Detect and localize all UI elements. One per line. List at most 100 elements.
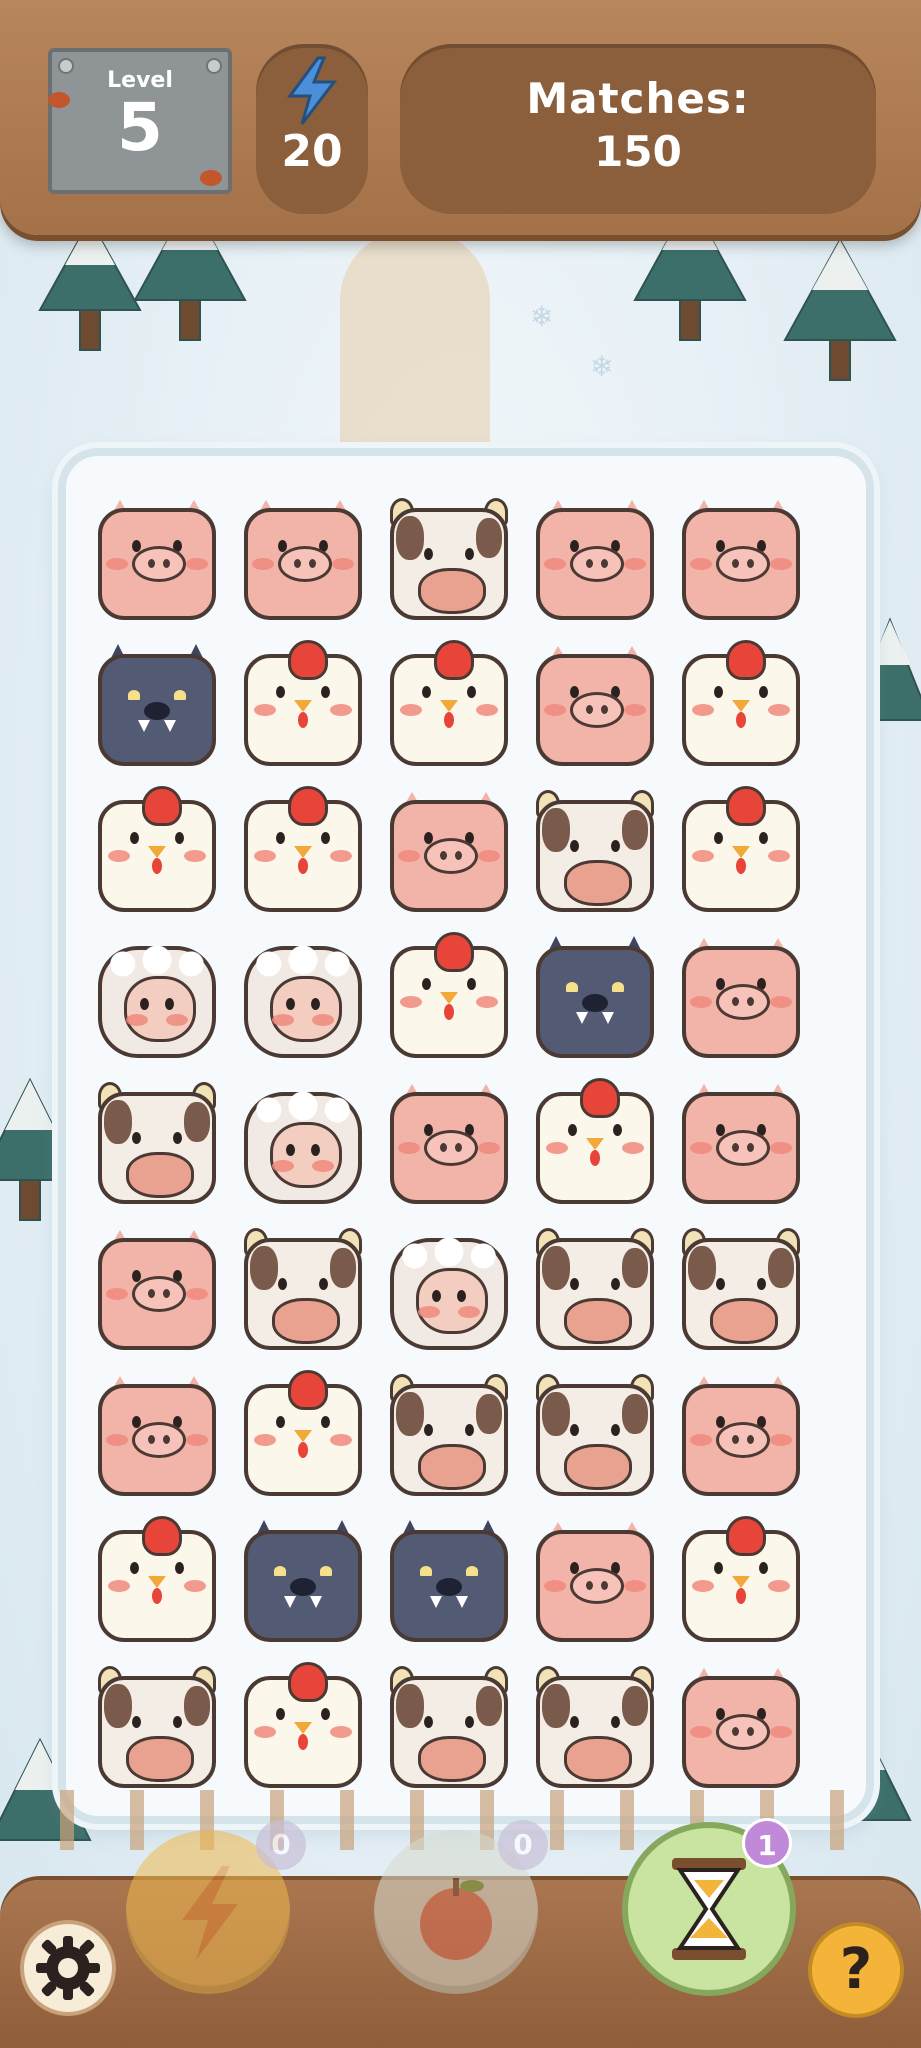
cow-patch xyxy=(424,512,474,546)
chicken-tile[interactable] xyxy=(92,786,222,920)
cheek xyxy=(400,704,422,716)
cow-patch xyxy=(330,1248,356,1288)
cheek xyxy=(476,996,498,1008)
apple-booster-count: 0 xyxy=(498,1820,548,1870)
sheep-tile[interactable] xyxy=(238,1082,368,1212)
chicken-wattle xyxy=(736,858,746,874)
eye xyxy=(132,1716,141,1728)
chicken-tile[interactable] xyxy=(92,1516,222,1650)
pig-tile[interactable] xyxy=(384,1082,514,1212)
cow-tile[interactable] xyxy=(676,1228,806,1358)
cheek xyxy=(272,1160,294,1172)
cheek xyxy=(770,996,792,1008)
chicken-tile[interactable] xyxy=(238,640,368,774)
level-value: 5 xyxy=(117,89,163,166)
pig-tile[interactable] xyxy=(676,1666,806,1796)
eye xyxy=(286,1144,295,1156)
matches-value: 150 xyxy=(594,127,682,176)
chicken-wattle xyxy=(590,1150,600,1166)
eye xyxy=(432,1290,441,1302)
cow-tile[interactable] xyxy=(530,1374,660,1504)
wolf-fang xyxy=(430,1596,442,1608)
chicken-tile[interactable] xyxy=(238,786,368,920)
sheep-tile[interactable] xyxy=(384,1228,514,1358)
cheek xyxy=(624,704,646,716)
settings-button[interactable] xyxy=(20,1920,116,2016)
cow-patch xyxy=(424,1680,474,1714)
cow-tile[interactable] xyxy=(384,498,514,628)
cheek xyxy=(690,1142,712,1154)
eye xyxy=(321,686,330,698)
pig-tile[interactable] xyxy=(530,1520,660,1650)
pig-tile[interactable] xyxy=(530,644,660,774)
sheep-tile[interactable] xyxy=(92,936,222,1066)
cow-tile[interactable] xyxy=(92,1666,222,1796)
chicken-wattle xyxy=(736,1588,746,1604)
cow-tile[interactable] xyxy=(530,790,660,920)
chicken-wattle xyxy=(152,858,162,874)
pig-snout xyxy=(716,984,770,1020)
eye xyxy=(714,1562,723,1574)
cow-muzzle xyxy=(564,1444,632,1490)
cow-patch xyxy=(688,1246,716,1290)
pig-tile[interactable] xyxy=(676,936,806,1066)
pig-tile[interactable] xyxy=(676,1082,806,1212)
cow-tile[interactable] xyxy=(530,1666,660,1796)
cheek xyxy=(624,1580,646,1592)
lightning-icon xyxy=(287,56,338,125)
chicken-tile[interactable] xyxy=(384,640,514,774)
pig-tile[interactable] xyxy=(384,790,514,920)
cheek xyxy=(108,850,130,862)
cow-patch xyxy=(768,1248,794,1288)
eye xyxy=(613,1124,622,1136)
cheek xyxy=(690,1726,712,1738)
pig-tile[interactable] xyxy=(92,498,222,628)
wolf-tile[interactable] xyxy=(384,1520,514,1650)
wolf-tile[interactable] xyxy=(530,936,660,1066)
pig-tile[interactable] xyxy=(92,1374,222,1504)
chicken-tile[interactable] xyxy=(676,1516,806,1650)
pig-tile[interactable] xyxy=(238,498,368,628)
eye xyxy=(424,1716,433,1728)
lightning-booster-count: 0 xyxy=(256,1820,306,1870)
cheek xyxy=(768,704,790,716)
cheek xyxy=(690,996,712,1008)
chicken-comb xyxy=(726,1516,766,1556)
cow-tile[interactable] xyxy=(384,1374,514,1504)
chicken-tile[interactable] xyxy=(530,1078,660,1212)
chicken-tile[interactable] xyxy=(238,1370,368,1504)
pig-tile[interactable] xyxy=(676,498,806,628)
rust-stain xyxy=(48,92,70,108)
cheek xyxy=(254,1434,276,1446)
cow-muzzle xyxy=(418,568,486,614)
chicken-tile[interactable] xyxy=(384,932,514,1066)
help-button[interactable]: ? xyxy=(808,1922,904,2018)
pig-tile[interactable] xyxy=(530,498,660,628)
chicken-tile[interactable] xyxy=(238,1662,368,1796)
eye xyxy=(173,1132,182,1144)
eye xyxy=(465,1716,474,1728)
sheep-tile[interactable] xyxy=(238,936,368,1066)
cheek xyxy=(770,1726,792,1738)
cheek xyxy=(770,1434,792,1446)
cheek xyxy=(770,1142,792,1154)
chicken-tile[interactable] xyxy=(676,640,806,774)
pig-tile[interactable] xyxy=(676,1374,806,1504)
cow-tile[interactable] xyxy=(238,1228,368,1358)
chicken-tile[interactable] xyxy=(676,786,806,920)
cow-patch xyxy=(396,1392,424,1436)
cow-tile[interactable] xyxy=(92,1082,222,1212)
cheek xyxy=(108,1580,130,1592)
wolf-tile[interactable] xyxy=(92,644,222,774)
cow-patch xyxy=(542,1246,570,1290)
pig-tile[interactable] xyxy=(92,1228,222,1358)
wolf-tile[interactable] xyxy=(238,1520,368,1650)
pig-snout xyxy=(424,838,478,874)
chicken-wattle xyxy=(444,712,454,728)
chicken-comb xyxy=(288,640,328,680)
eye xyxy=(321,1708,330,1720)
cow-tile[interactable] xyxy=(384,1666,514,1796)
cheek xyxy=(254,704,276,716)
cow-tile[interactable] xyxy=(530,1228,660,1358)
eye xyxy=(130,832,139,844)
